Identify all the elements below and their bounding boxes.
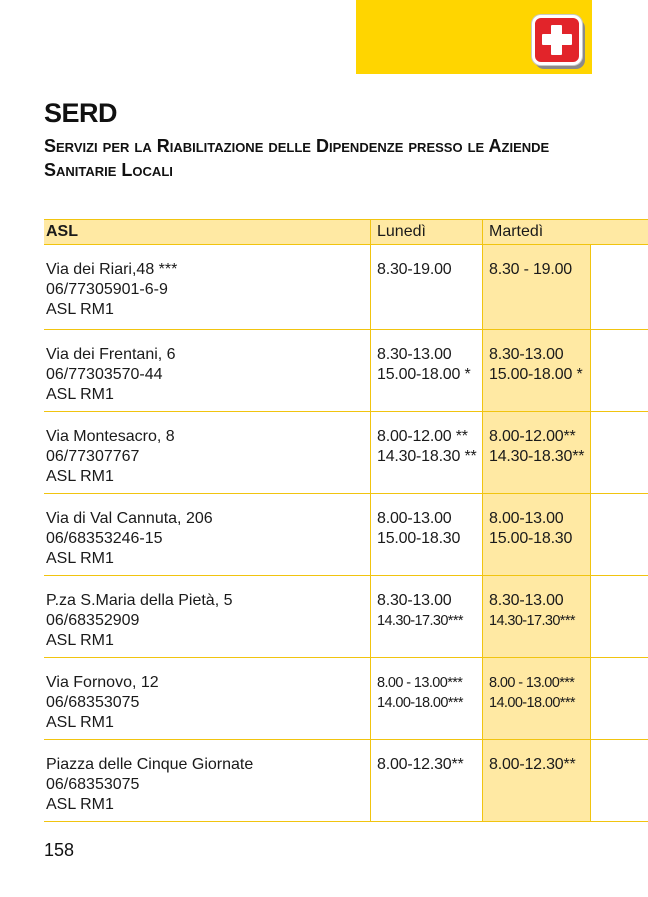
table-row: Via dei Riari,48 *** 06/77305901-6-9 ASL R… bbox=[44, 245, 648, 330]
monday-hours: 8.00-12.30** bbox=[377, 756, 464, 773]
phone-text: 06/68353246-15 bbox=[46, 530, 163, 547]
address-text: Via Montesacro, 8 bbox=[46, 428, 175, 445]
table-row: P.za S.Maria della Pietà, 5 06/68352909 AS… bbox=[44, 576, 648, 658]
address-text: Via Fornovo, 12 bbox=[46, 674, 159, 691]
table-row: Piazza delle Cinque Giornate 06/68353075 A… bbox=[44, 740, 648, 822]
tuesday-hours: 15.00-18.00 * bbox=[489, 366, 583, 383]
table-row: Via Montesacro, 8 06/77307767 ASL RM1 8.00-… bbox=[44, 412, 648, 494]
column-header-tuesday: Martedì bbox=[489, 223, 544, 240]
monday-hours: 15.00-18.00 * bbox=[377, 366, 471, 383]
asl-text: ASL RM1 bbox=[46, 796, 114, 813]
column-header-asl: ASL bbox=[46, 223, 78, 240]
tuesday-hours: 8.00-12.30** bbox=[489, 756, 576, 773]
phone-text: 06/77307767 bbox=[46, 448, 140, 465]
table-row: Via Fornovo, 12 06/68353075 ASL RM1 8.00 - … bbox=[44, 658, 648, 740]
monday-hours: 15.00-18.30 bbox=[377, 530, 461, 547]
address-text: Via dei Frentani, 6 bbox=[46, 346, 176, 363]
asl-text: ASL RM1 bbox=[46, 550, 114, 567]
tuesday-hours: 15.00-18.30 bbox=[489, 530, 573, 547]
phone-text: 06/68353075 bbox=[46, 776, 140, 793]
tuesday-hours: 14.00-18.00*** bbox=[489, 695, 576, 711]
asl-text: ASL RM1 bbox=[46, 632, 114, 649]
address-text: Piazza delle Cinque Giornate bbox=[46, 756, 254, 773]
tuesday-hours: 8.30-13.00 bbox=[489, 592, 564, 609]
monday-hours: 8.00-13.00 bbox=[377, 510, 452, 527]
schedule-table: ASL Lunedì Martedì Via dei Riari,48 *** 0… bbox=[44, 219, 648, 822]
monday-hours: 8.30-19.00 bbox=[377, 261, 452, 278]
address-text: P.za S.Maria della Pietà, 5 bbox=[46, 592, 233, 609]
monday-hours: 14.30-17.30*** bbox=[377, 613, 464, 629]
address-text: Via dei Riari,48 *** bbox=[46, 261, 178, 278]
tuesday-hours: 14.30-18.30** bbox=[489, 448, 585, 465]
phone-text: 06/68352909 bbox=[46, 612, 140, 629]
first-aid-kit-icon bbox=[532, 15, 582, 65]
tuesday-hours: 8.00 - 13.00*** bbox=[489, 675, 575, 691]
monday-hours: 8.30-13.00 bbox=[377, 346, 452, 363]
phone-text: 06/77303570-44 bbox=[46, 366, 163, 383]
table-row: Via dei Frentani, 6 06/77303570-44 ASL RM1… bbox=[44, 330, 648, 412]
column-header-monday: Lunedì bbox=[377, 223, 426, 240]
tuesday-hours: 8.30-13.00 bbox=[489, 346, 564, 363]
monday-hours: 8.30-13.00 bbox=[377, 592, 452, 609]
asl-text: ASL RM1 bbox=[46, 301, 114, 318]
page-subtitle: Servizi per la Riabilitazione delle Dipe… bbox=[44, 136, 550, 180]
address-text: Via di Val Cannuta, 206 bbox=[46, 510, 213, 527]
phone-text: 06/77305901-6-9 bbox=[46, 281, 168, 298]
asl-text: ASL RM1 bbox=[46, 386, 114, 403]
page-title: SERD bbox=[44, 98, 118, 128]
monday-hours: 14.30-18.30 ** bbox=[377, 448, 477, 465]
tuesday-hours: 8.30 - 19.00 bbox=[489, 261, 572, 278]
tuesday-hours: 14.30-17.30*** bbox=[489, 613, 576, 629]
monday-hours: 14.00-18.00*** bbox=[377, 695, 464, 711]
table-row: Via di Val Cannuta, 206 06/68353246-15 ASL… bbox=[44, 494, 648, 576]
asl-text: ASL RM1 bbox=[46, 468, 114, 485]
tuesday-hours: 8.00-12.00** bbox=[489, 428, 576, 445]
tuesday-hours: 8.00-13.00 bbox=[489, 510, 564, 527]
monday-hours: 8.00 - 13.00*** bbox=[377, 675, 463, 691]
table-header: ASL Lunedì Martedì bbox=[44, 219, 648, 245]
phone-text: 06/68353075 bbox=[46, 694, 140, 711]
asl-text: ASL RM1 bbox=[46, 714, 114, 731]
page-number: 158 bbox=[44, 840, 75, 860]
monday-hours: 8.00-12.00 ** bbox=[377, 428, 468, 445]
